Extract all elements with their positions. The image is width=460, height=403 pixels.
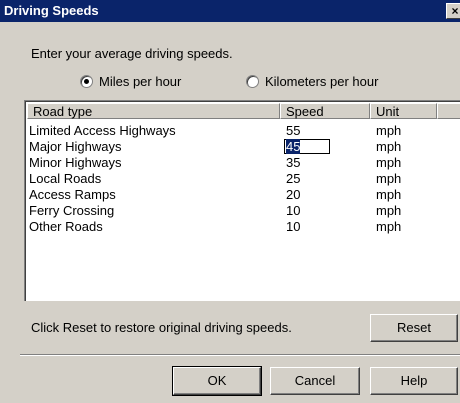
list-header: Road type Speed Unit	[27, 103, 460, 121]
road-type-cell: Ferry Crossing	[29, 203, 115, 218]
reset-button[interactable]: Reset	[370, 314, 458, 342]
reset-hint: Click Reset to restore original driving …	[31, 320, 292, 335]
cancel-button[interactable]: Cancel	[270, 367, 360, 395]
speed-edit-field[interactable]: 45	[284, 139, 330, 154]
column-header-speed[interactable]: Speed	[280, 103, 370, 119]
table-row[interactable]: Access Ramps 20 mph	[27, 187, 437, 203]
speed-cell[interactable]: 10	[280, 203, 370, 219]
window-title: Driving Speeds	[4, 3, 99, 18]
table-row[interactable]: Local Roads 25 mph	[27, 171, 437, 187]
unit-cell: mph	[376, 139, 402, 154]
radio-label-kilometers: Kilometers per hour	[265, 74, 379, 89]
table-row[interactable]: Other Roads 10 mph	[27, 219, 437, 235]
title-bar[interactable]: Driving Speeds ×	[0, 0, 460, 22]
speed-cell-editing[interactable]: 45	[280, 139, 370, 155]
road-type-cell: Local Roads	[29, 171, 102, 186]
road-type-cell: Other Roads	[29, 219, 103, 234]
road-type-cell: Minor Highways	[29, 155, 122, 170]
speed-cell[interactable]: 25	[280, 171, 370, 187]
speed-cell[interactable]: 10	[280, 219, 370, 235]
unit-cell: mph	[376, 219, 402, 234]
unit-cell: mph	[376, 155, 402, 170]
instruction-text: Enter your average driving speeds.	[31, 46, 233, 61]
unit-cell: mph	[376, 123, 402, 138]
radio-button-checked[interactable]	[80, 75, 93, 88]
table-row[interactable]: Minor Highways 35 mph	[27, 155, 437, 171]
radio-button-unchecked[interactable]	[246, 75, 259, 88]
column-header-road-type[interactable]: Road type	[27, 103, 280, 119]
road-type-cell: Limited Access Highways	[29, 123, 176, 138]
road-type-cell: Major Highways	[29, 139, 122, 154]
ok-button[interactable]: OK	[173, 367, 261, 395]
unit-cell: mph	[376, 171, 402, 186]
column-header-unit[interactable]: Unit	[370, 103, 437, 119]
table-row[interactable]: Limited Access Highways 55 mph	[27, 123, 437, 139]
speeds-list[interactable]: Road type Speed Unit Limited Access High…	[24, 100, 460, 301]
radio-label-miles: Miles per hour	[99, 74, 182, 89]
speed-cell[interactable]: 20	[280, 187, 370, 203]
speed-edit-value: 45	[286, 139, 301, 154]
radio-kilometers-per-hour[interactable]: Kilometers per hour	[246, 74, 378, 89]
help-button[interactable]: Help	[370, 367, 458, 395]
radio-miles-per-hour[interactable]: Miles per hour	[80, 74, 181, 89]
table-row[interactable]: Ferry Crossing 10 mph	[27, 203, 437, 219]
unit-cell: mph	[376, 187, 402, 202]
road-type-cell: Access Ramps	[29, 187, 116, 202]
column-header-filler	[437, 103, 460, 119]
close-icon: ×	[451, 4, 459, 18]
speed-cell[interactable]: 55	[280, 123, 370, 139]
divider	[20, 354, 460, 356]
table-row[interactable]: Major Highways 45 mph	[27, 139, 437, 155]
close-button[interactable]: ×	[446, 3, 460, 19]
speed-cell[interactable]: 35	[280, 155, 370, 171]
unit-cell: mph	[376, 203, 402, 218]
list-rows: Limited Access Highways 55 mph Major Highwa…	[27, 123, 437, 235]
